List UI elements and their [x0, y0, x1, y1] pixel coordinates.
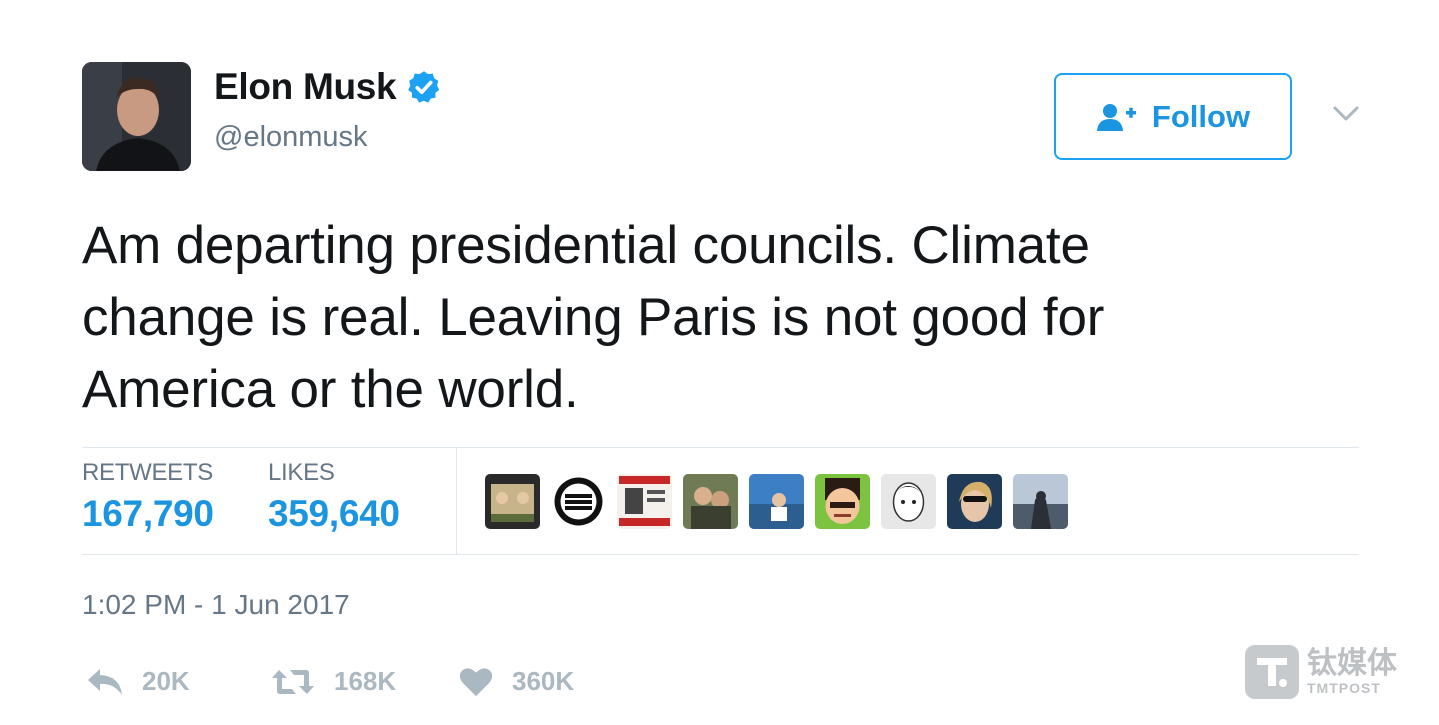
- liker-avatar[interactable]: [485, 474, 540, 529]
- liker-avatar[interactable]: [815, 474, 870, 529]
- retweets-stat[interactable]: RETWEETS 167,790: [82, 459, 214, 535]
- stats-divider-bottom: [82, 554, 1359, 555]
- liker-avatar[interactable]: [683, 474, 738, 529]
- liker-avatar[interactable]: [947, 474, 1002, 529]
- likes-label: LIKES: [268, 459, 335, 486]
- retweet-count: 168K: [334, 666, 397, 696]
- verified-badge-icon: [408, 71, 440, 103]
- likes-stat[interactable]: LIKES 359,640: [268, 459, 400, 535]
- follow-button-label: Follow: [1151, 98, 1251, 134]
- liker-avatar[interactable]: [617, 474, 672, 529]
- tweet-timestamp[interactable]: 1:02 PM - 1 Jun 2017: [82, 589, 350, 621]
- heart-icon: [459, 667, 493, 696]
- likes-value: 359,640: [268, 493, 400, 534]
- retweet-button[interactable]: 168K: [270, 666, 396, 697]
- author-display-name[interactable]: Elon Musk: [214, 66, 397, 108]
- retweets-value: 167,790: [82, 493, 214, 534]
- follow-button[interactable]: Follow: [1054, 73, 1292, 160]
- tmtpost-watermark: 钛媒体 TMTPOST: [1245, 645, 1397, 699]
- chevron-down-icon[interactable]: [1330, 100, 1362, 126]
- reply-count: 20K: [142, 666, 190, 696]
- like-button[interactable]: 360K: [458, 666, 574, 697]
- avatar[interactable]: [82, 62, 191, 171]
- liker-avatar[interactable]: [881, 474, 936, 529]
- liker-avatar[interactable]: [551, 474, 606, 529]
- author-name-row[interactable]: Elon Musk: [214, 66, 442, 108]
- like-count: 360K: [512, 666, 575, 696]
- tmtpost-logo-icon: [1245, 645, 1299, 699]
- add-user-icon: [1096, 103, 1136, 131]
- reply-icon: [88, 668, 122, 695]
- author-handle[interactable]: @elonmusk: [214, 121, 368, 154]
- retweets-label: RETWEETS: [82, 459, 213, 486]
- watermark-cn: 钛媒体: [1307, 646, 1397, 681]
- retweet-icon: [272, 669, 314, 694]
- reply-button[interactable]: 20K: [86, 666, 190, 697]
- stats-divider-top: [82, 447, 1359, 448]
- watermark-en: TMTPOST: [1307, 680, 1381, 696]
- tweet-text: Am departing presidential councils. Clim…: [82, 216, 1105, 419]
- liker-avatar[interactable]: [1013, 474, 1068, 529]
- tweet-card: Elon Musk @elonmusk Follow Am departing …: [0, 0, 1439, 725]
- stats-separator: [456, 448, 457, 554]
- liker-avatar[interactable]: [749, 474, 804, 529]
- likers-avatars: [485, 474, 1079, 529]
